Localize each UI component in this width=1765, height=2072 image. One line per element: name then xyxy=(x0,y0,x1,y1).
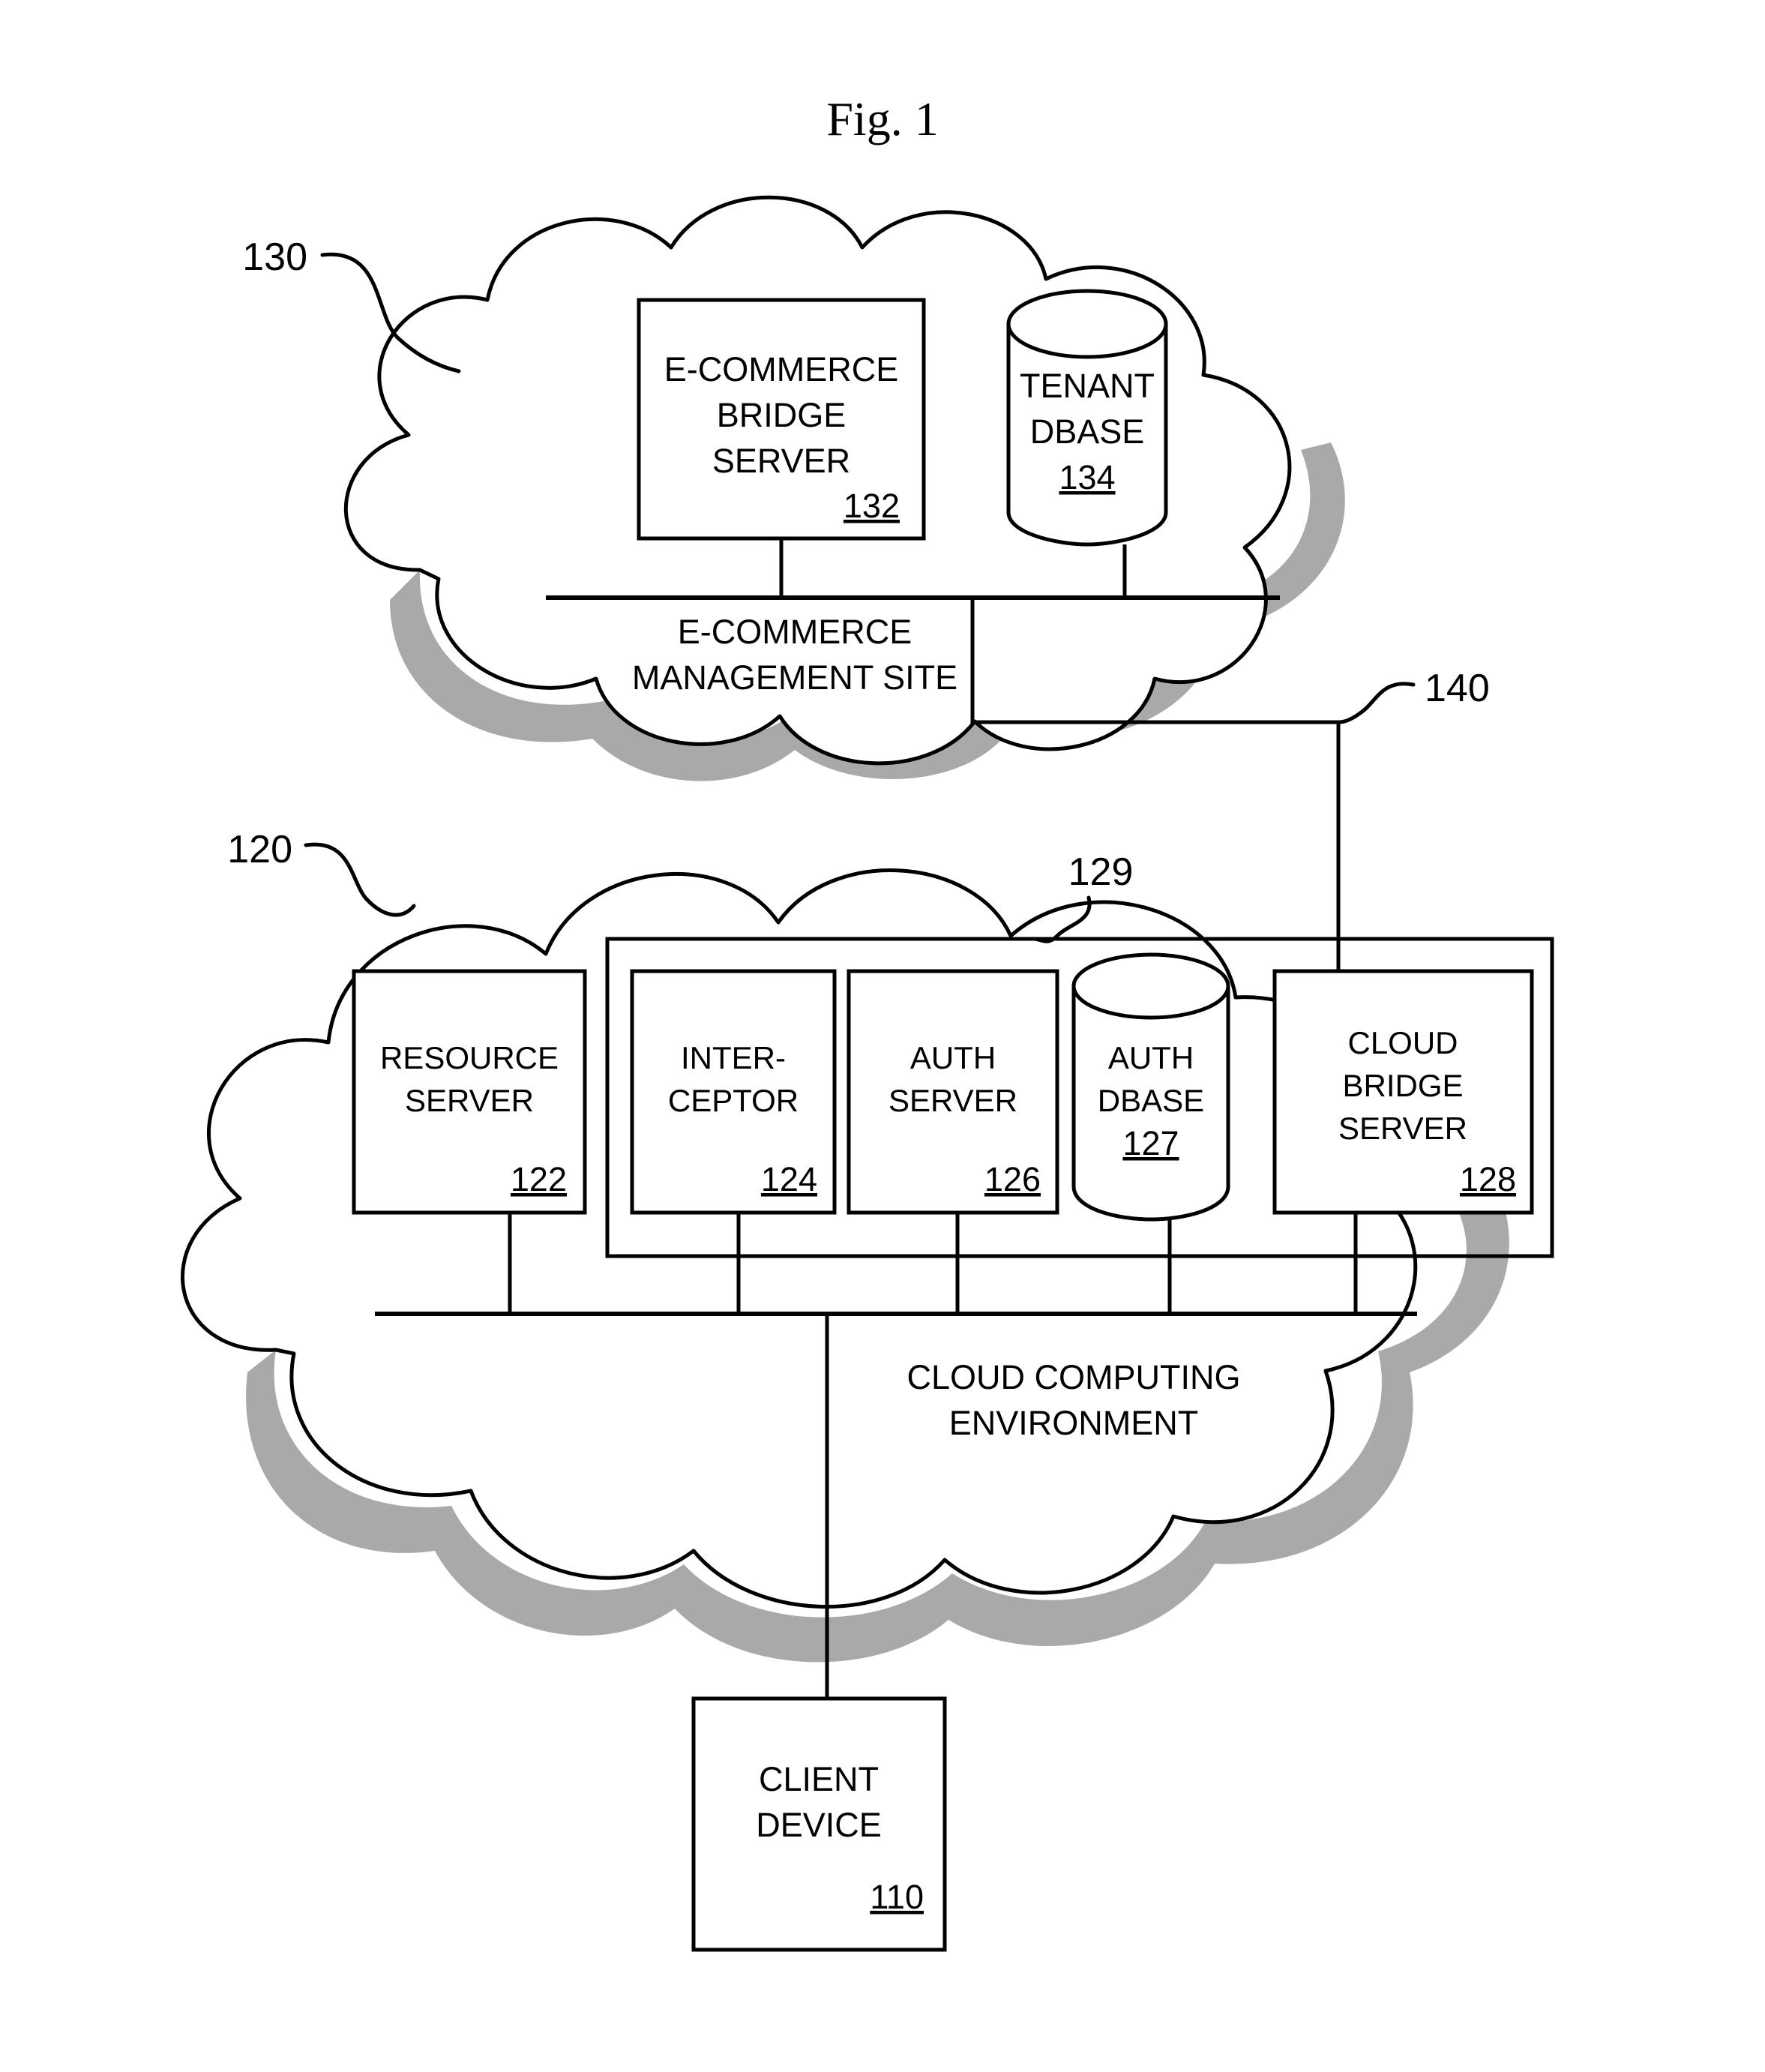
callout-129-label: 129 xyxy=(1068,850,1134,894)
callout-140: 140 xyxy=(1337,667,1490,724)
tenant-dbase-top xyxy=(1006,289,1168,359)
auth-server-line2: SERVER xyxy=(888,1083,1017,1118)
callout-120-label: 120 xyxy=(227,828,292,871)
callout-130-label: 130 xyxy=(242,235,307,279)
cloud-bridge-server-line3: SERVER xyxy=(1338,1111,1467,1146)
node-tenant-dbase[interactable]: TENANT DBASE 134 xyxy=(1006,289,1168,547)
node-cloud-bridge-server[interactable]: CLOUD BRIDGE SERVER 128 xyxy=(1272,969,1534,1215)
node-ecommerce-bridge-server[interactable]: E-COMMERCE BRIDGE SERVER 132 xyxy=(637,298,926,541)
ecommerce-bridge-server-line3: SERVER xyxy=(712,442,850,480)
client-device-line2: DEVICE xyxy=(756,1806,882,1844)
ecommerce-site-label-line1: E-COMMERCE xyxy=(678,613,912,651)
resource-server-line1: RESOURCE xyxy=(380,1040,559,1075)
interceptor-line2: CEPTOR xyxy=(668,1083,799,1118)
cloud-bridge-server-line2: BRIDGE xyxy=(1342,1068,1463,1103)
interceptor-ref: 124 xyxy=(761,1160,817,1198)
ecommerce-bridge-server-line2: BRIDGE xyxy=(717,396,847,434)
interceptor-line1: INTER- xyxy=(681,1040,786,1075)
cloud-bridge-server-line1: CLOUD xyxy=(1347,1025,1458,1060)
tenant-dbase-line2: DBASE xyxy=(1030,412,1145,451)
callout-140-leader xyxy=(1337,682,1416,724)
callout-120: 120 xyxy=(227,828,416,917)
figure-canvas: Fig. 1 130 E-COMMERCE BRIDGE SERVER 132 … xyxy=(180,92,1554,1952)
auth-server-line1: AUTH xyxy=(910,1040,996,1075)
resource-server-ref: 122 xyxy=(511,1160,567,1198)
ecommerce-bridge-server-ref: 132 xyxy=(844,487,900,525)
cloud-bridge-server-ref: 128 xyxy=(1460,1160,1516,1198)
ecommerce-site-label-line2: MANAGEMENT SITE xyxy=(632,658,957,697)
cloud-environment-label-line1: CLOUD COMPUTING xyxy=(906,1358,1240,1396)
node-auth-dbase[interactable]: AUTH DBASE 127 xyxy=(1071,952,1230,1222)
cloud-environment-label-line2: ENVIRONMENT xyxy=(949,1404,1199,1442)
resource-server-line2: SERVER xyxy=(405,1083,534,1118)
node-auth-server[interactable]: AUTH SERVER 126 xyxy=(847,969,1059,1215)
auth-server-ref: 126 xyxy=(984,1160,1041,1198)
node-resource-server[interactable]: RESOURCE SERVER 122 xyxy=(352,969,587,1215)
ecommerce-bridge-server-line1: E-COMMERCE xyxy=(664,350,899,388)
callout-140-label: 140 xyxy=(1425,667,1490,710)
patent-figure: Fig. 1 130 E-COMMERCE BRIDGE SERVER 132 … xyxy=(0,0,1765,2072)
auth-dbase-ref: 127 xyxy=(1122,1124,1179,1162)
auth-dbase-line2: DBASE xyxy=(1098,1083,1204,1118)
tenant-dbase-line1: TENANT xyxy=(1020,367,1155,405)
node-interceptor[interactable]: INTER- CEPTOR 124 xyxy=(630,969,837,1215)
client-device-line1: CLIENT xyxy=(759,1760,879,1798)
client-device-ref: 110 xyxy=(870,1878,924,1916)
node-client-device[interactable]: CLIENT DEVICE 110 xyxy=(691,1696,947,1952)
auth-dbase-top xyxy=(1071,952,1230,1020)
auth-dbase-line1: AUTH xyxy=(1108,1040,1194,1075)
callout-120-leader xyxy=(304,842,416,917)
figure-title: Fig. 1 xyxy=(826,92,938,145)
tenant-dbase-ref: 134 xyxy=(1059,458,1115,496)
